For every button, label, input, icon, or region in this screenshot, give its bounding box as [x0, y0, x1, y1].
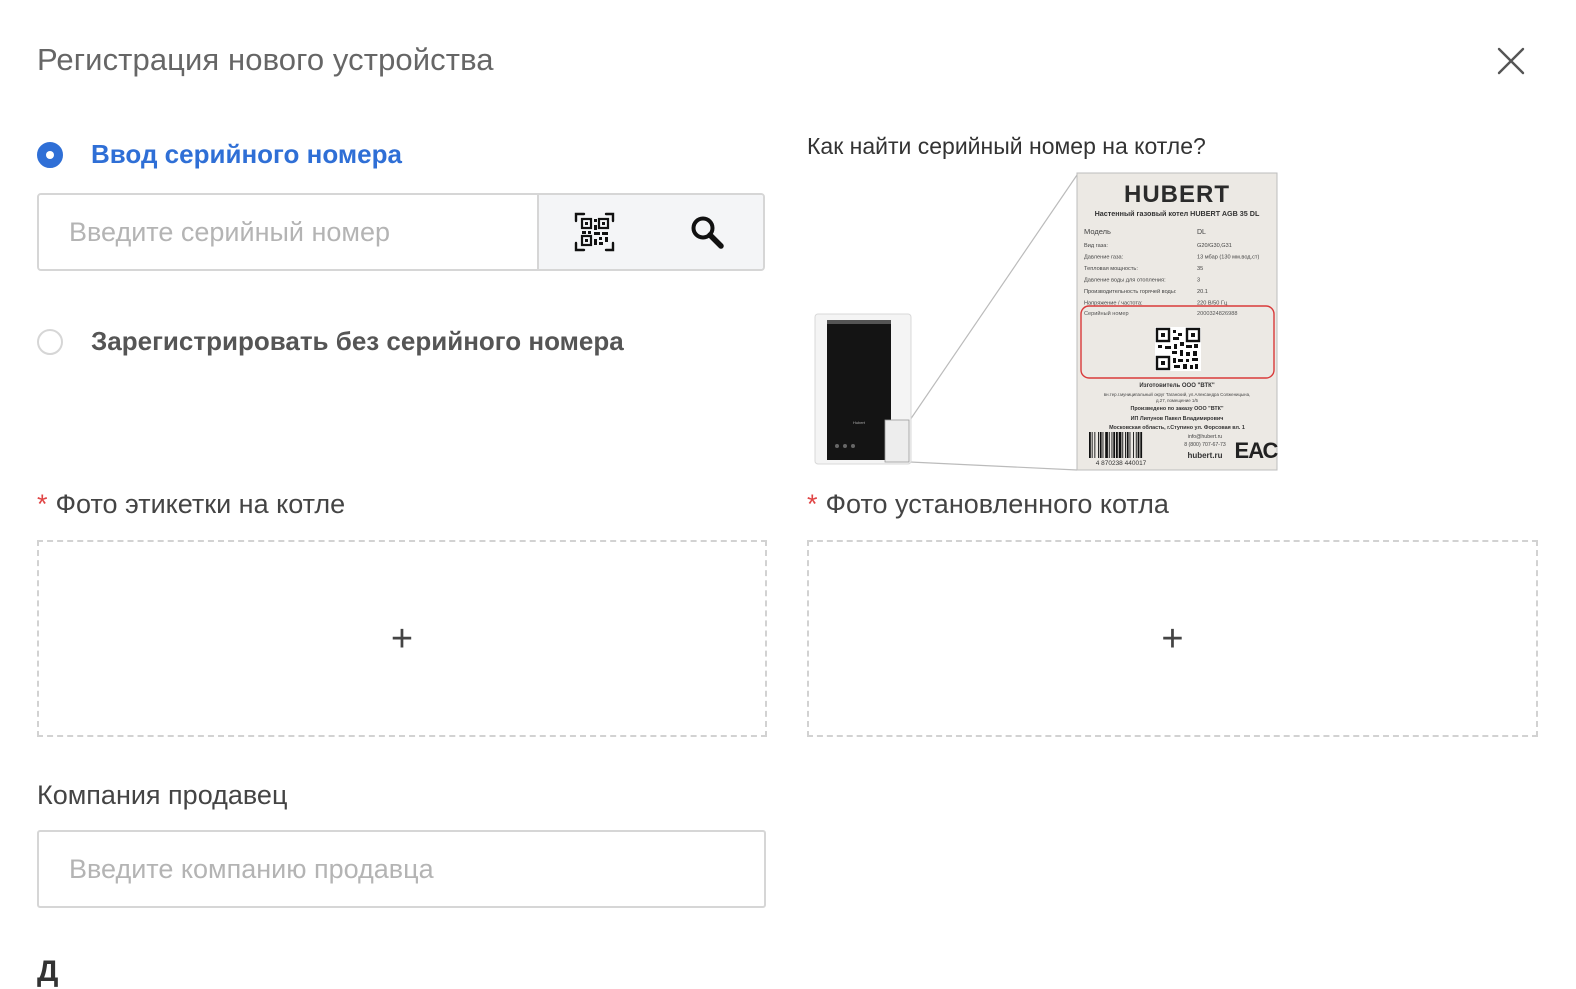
- seller-company-input[interactable]: [37, 830, 766, 908]
- label-row-key: Давление газа:: [1084, 255, 1124, 261]
- radio-serial-selected[interactable]: [37, 141, 63, 168]
- eac-mark: ЕАС: [1235, 438, 1279, 463]
- label-address-2: д.27, помещение 1/5: [1156, 398, 1199, 403]
- plus-icon: +: [1161, 617, 1184, 660]
- label-product: Настенный газовый котел HUBERT AGB 35 DL: [1095, 209, 1260, 218]
- barcode-bar: [1140, 432, 1143, 458]
- label-qr-code: [1155, 327, 1201, 371]
- serial-input-group: [37, 193, 765, 271]
- device-label-image: HUBERT Настенный газовый котел HUBERT AG…: [1076, 172, 1280, 471]
- serial-hint-title: Как найти серийный номер на котле?: [807, 133, 1206, 159]
- installed-photo-field-label: * Фото установленного котла: [807, 489, 1169, 520]
- label-model-key: Модель: [1084, 227, 1111, 236]
- label-email: info@hubert.ru: [1188, 434, 1223, 440]
- boiler-image: Hubert: [814, 313, 912, 465]
- label-row-value: 20.1: [1197, 289, 1208, 295]
- label-ordered-by: Произведено по заказу ООО "ВТК": [1130, 406, 1224, 412]
- radio-no-serial-label: Зарегистрировать без серийного номера: [91, 326, 624, 356]
- barcode-bar: [1129, 432, 1131, 458]
- barcode-bar: [1102, 432, 1104, 458]
- label-site: hubert.ru: [1187, 451, 1222, 460]
- radio-serial-label: Ввод серийного номера: [91, 139, 402, 169]
- label-maker: Изготовитель ООО "ВТК": [1139, 383, 1215, 389]
- barcode-bar: [1122, 432, 1124, 458]
- label-photo-upload[interactable]: +: [37, 540, 767, 737]
- barcode-bar: [1113, 432, 1116, 458]
- label-row-key: Давление воды для отопления:: [1084, 278, 1166, 284]
- close-icon[interactable]: [1492, 42, 1530, 80]
- qr-scan-button[interactable]: [539, 195, 651, 269]
- label-row-key: Тепловая мощность:: [1084, 266, 1138, 272]
- label-row-value: 13 мбар (130 мм.вод.ст): [1197, 255, 1259, 261]
- barcode-bar: [1094, 432, 1096, 458]
- label-photo-label-text: Фото этикетки на котле: [55, 489, 346, 519]
- dialog-title: Регистрация нового устройства: [37, 42, 494, 77]
- installed-photo-upload[interactable]: +: [807, 540, 1538, 737]
- barcode-bar: [1137, 432, 1140, 458]
- search-icon: [691, 216, 724, 249]
- serial-actions: [537, 195, 763, 269]
- label-row-value: G20/G30,G31: [1197, 243, 1232, 249]
- label-address-1: вн.тер.г.муниципальный округ Таганский, …: [1104, 392, 1251, 397]
- barcode-bar: [1116, 432, 1118, 458]
- label-region: Московская область, г.Ступино ул. Форсов…: [1109, 424, 1245, 431]
- label-photo-field-label: * Фото этикетки на котле: [37, 489, 345, 520]
- barcode-bar: [1105, 432, 1108, 458]
- installed-photo-label-text: Фото установленного котла: [825, 489, 1169, 519]
- label-row-value: 35: [1197, 266, 1203, 272]
- serial-number-input[interactable]: [39, 195, 537, 269]
- barcode-bar: [1089, 432, 1091, 458]
- seller-field-label: Компания продавец: [37, 780, 288, 810]
- search-button[interactable]: [651, 195, 763, 269]
- barcode-bar: [1126, 432, 1129, 458]
- qr-scan-icon: [574, 212, 615, 252]
- label-barcode-number: 4 870238 440017: [1096, 460, 1147, 467]
- required-mark: *: [37, 489, 48, 519]
- barcode-bar: [1118, 432, 1122, 458]
- barcode-bar: [1133, 432, 1134, 458]
- label-serial-value: 2000324826988: [1197, 311, 1237, 317]
- label-serial-key: Серийный номер: [1084, 310, 1129, 317]
- serial-location-illustration: Hubert HUBERT Настенный газовый котел HU…: [814, 172, 1280, 471]
- barcode-bar: [1108, 432, 1110, 458]
- label-row-key: Производительность горячей воды:: [1084, 288, 1177, 295]
- label-row-value: 3: [1197, 278, 1200, 284]
- barcode-bar: [1135, 432, 1137, 458]
- plus-icon: +: [390, 617, 414, 660]
- radio-option-serial[interactable]: Ввод серийного номера: [37, 139, 402, 170]
- label-person: ИП Липунов Павел Владимирович: [1131, 416, 1224, 422]
- barcode-bar: [1111, 432, 1113, 458]
- barcode-bar: [1099, 432, 1102, 458]
- label-row-key: Вид газа:: [1084, 243, 1108, 249]
- boiler-brand-text: Hubert: [853, 420, 866, 425]
- barcode-bar: [1091, 432, 1093, 458]
- required-mark: *: [807, 489, 818, 519]
- next-section-heading: Д: [37, 955, 59, 988]
- radio-option-no-serial[interactable]: Зарегистрировать без серийного номера: [37, 326, 624, 357]
- radio-no-serial-unselected[interactable]: [37, 328, 63, 355]
- label-model-value: DL: [1197, 229, 1206, 236]
- barcode-bar: [1098, 432, 1099, 458]
- barcode-bar: [1125, 432, 1126, 458]
- label-phone: 8 (800) 707-67-73: [1184, 442, 1226, 448]
- label-brand: HUBERT: [1124, 181, 1230, 208]
